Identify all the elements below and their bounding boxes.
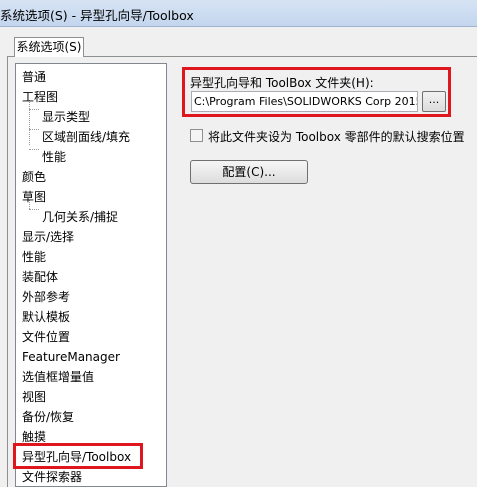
browse-button[interactable]: ... [422,91,446,112]
title-bar: 系统选项(S) - 异型孔向导/Toolbox [0,0,477,27]
tree-connector [29,109,39,110]
tree-item-performance[interactable]: 性能 [22,248,46,266]
tree-item-general[interactable]: 普通 [22,68,46,86]
tree-item-view[interactable]: 视图 [22,388,46,406]
tree-item-file-explorer[interactable]: 文件探索器 [22,468,82,486]
tree-item-touch[interactable]: 触摸 [22,428,46,446]
tree-item-colors[interactable]: 颜色 [22,168,46,186]
tree-item-display-selection[interactable]: 显示/选择 [22,228,74,246]
tree-item-featuremanager[interactable]: FeatureManager [22,348,120,366]
tree-item-relations-snaps[interactable]: 几何关系/捕捉 [42,208,118,226]
folder-path-input[interactable]: C:\Program Files\SOLIDWORKS Corp 2015\S [191,91,418,112]
tree-item-spin-box-increments[interactable]: 选值框增量值 [22,368,94,386]
tree-item-default-templates[interactable]: 默认模板 [22,308,70,326]
tree-item-external-references[interactable]: 外部参考 [22,288,70,306]
tree-item-drawing-performance[interactable]: 性能 [42,148,66,166]
default-search-checkbox[interactable] [190,129,203,142]
tree-item-display-style[interactable]: 显示类型 [42,108,90,126]
tree-item-sketch[interactable]: 草图 [22,188,46,206]
tree-item-drawings[interactable]: 工程图 [22,88,58,106]
tree-connector [29,209,39,210]
tab-system-options[interactable]: 系统选项(S) [14,37,84,57]
options-tree[interactable]: 普通 工程图 显示类型 区域剖面线/填充 性能 颜色 草图 几何关系/捕捉 显示… [15,63,167,487]
tree-item-backup-recover[interactable]: 备份/恢复 [22,408,74,426]
tree-connector [29,129,39,130]
tree-item-assemblies[interactable]: 装配体 [22,268,58,286]
tree-item-file-locations[interactable]: 文件位置 [22,328,70,346]
folder-label: 异型孔向导和 ToolBox 文件夹(H): [190,76,374,90]
tree-connector [29,149,39,150]
default-search-checkbox-label[interactable]: 将此文件夹设为 Toolbox 零部件的默认搜索位置 [208,128,465,145]
window-title: 系统选项(S) - 异型孔向导/Toolbox [0,8,194,23]
tree-connector [29,100,30,145]
tree-item-area-hatch[interactable]: 区域剖面线/填充 [42,128,130,146]
configure-button[interactable]: 配置(C)... [190,160,308,184]
tree-item-hole-wizard-toolbox[interactable]: 异型孔向导/Toolbox [22,448,131,466]
